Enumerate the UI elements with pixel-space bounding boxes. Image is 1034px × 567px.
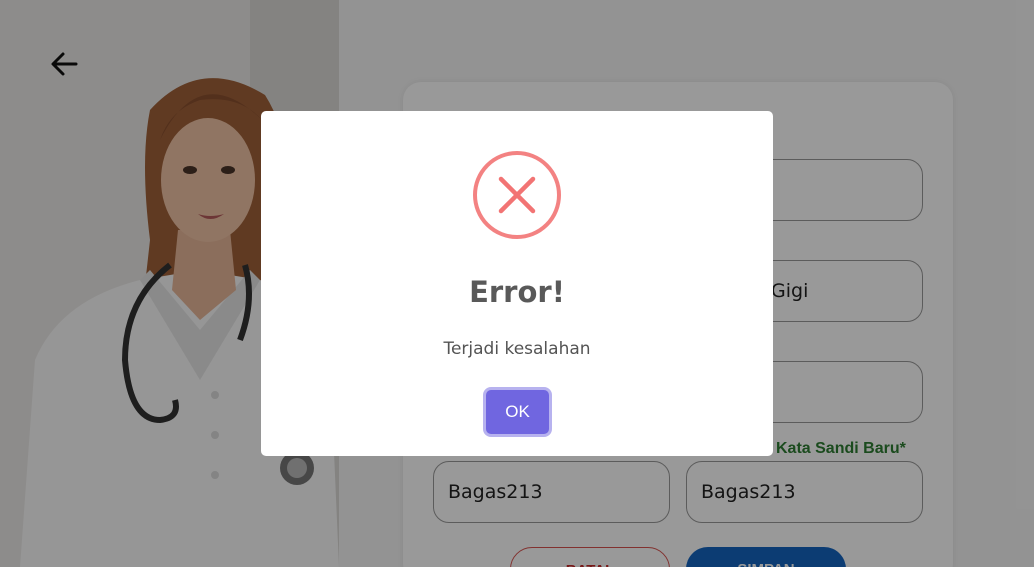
error-x-icon xyxy=(473,151,561,239)
ok-button[interactable]: OK xyxy=(486,390,549,434)
dialog-title: Error! xyxy=(469,275,565,309)
error-dialog: Error! Terjadi kesalahan OK xyxy=(261,111,773,456)
dialog-message: Terjadi kesalahan xyxy=(443,339,591,359)
